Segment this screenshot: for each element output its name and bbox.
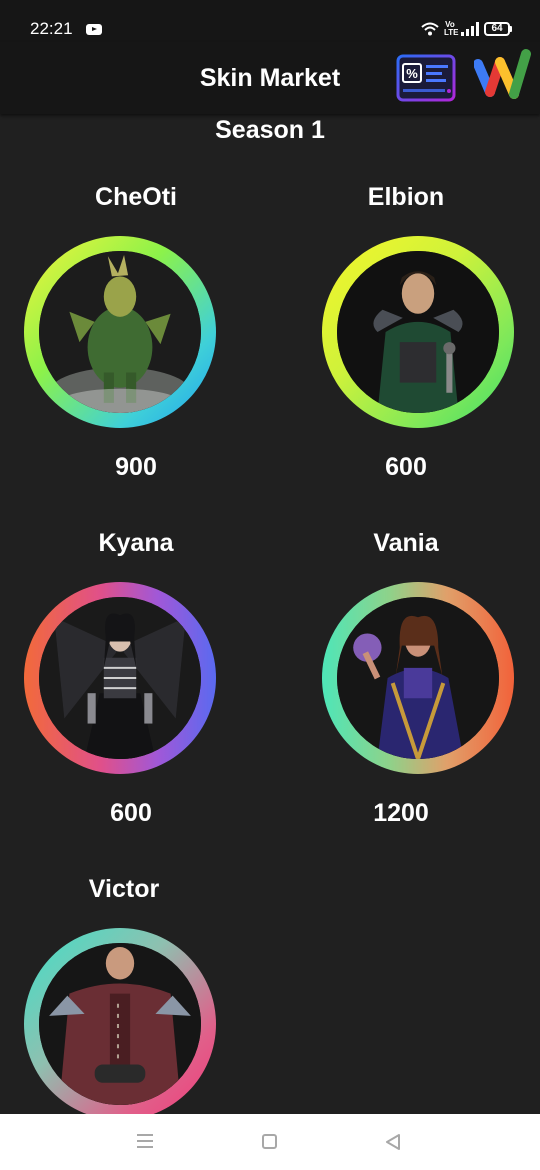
youtube-icon	[86, 24, 102, 35]
coupon-icon: %	[396, 54, 456, 102]
skin-ring	[24, 928, 216, 1120]
skin-name: Elbion	[367, 183, 445, 211]
skin-ring	[322, 236, 514, 428]
page-title: Skin Market	[199, 64, 341, 92]
skin-name: CheOti	[95, 183, 177, 211]
battery-level: 64	[484, 22, 510, 36]
menu-icon[interactable]	[137, 1134, 153, 1148]
network-type: Vo LTE	[444, 20, 459, 37]
skin-name: Victor	[88, 875, 160, 903]
skin-ring	[24, 582, 216, 774]
skin-portrait-victor	[39, 943, 201, 1105]
status-time: 22:21	[30, 19, 73, 38]
skin-portrait-cheoti	[39, 251, 201, 413]
wifi-icon	[421, 22, 439, 36]
back-icon[interactable]	[384, 1133, 402, 1156]
wallet-button[interactable]	[473, 48, 532, 108]
status-icons: Vo LTE 64	[421, 19, 512, 39]
skin-ring	[24, 236, 216, 428]
skin-name: Vania	[373, 529, 439, 557]
coupon-button[interactable]: %	[396, 54, 456, 102]
skin-portrait-kyana	[39, 597, 201, 759]
skin-price: 1200	[373, 799, 429, 827]
wallet-icon	[473, 49, 531, 99]
skin-ring	[322, 582, 514, 774]
home-icon[interactable]	[262, 1134, 277, 1149]
system-nav-bar	[0, 1114, 540, 1170]
battery-icon: 64	[484, 22, 512, 36]
skin-portrait-vania	[337, 597, 499, 759]
skin-price: 600	[385, 453, 427, 481]
skin-price: 900	[115, 453, 157, 481]
skin-price: 600	[110, 799, 152, 827]
signal-icon	[461, 22, 479, 36]
svg-text:%: %	[406, 66, 418, 81]
app-header: Skin Market %	[0, 42, 540, 114]
skin-portrait-elbion	[337, 251, 499, 413]
season-title: Season 1	[215, 116, 325, 144]
skin-name: Kyana	[98, 529, 174, 557]
